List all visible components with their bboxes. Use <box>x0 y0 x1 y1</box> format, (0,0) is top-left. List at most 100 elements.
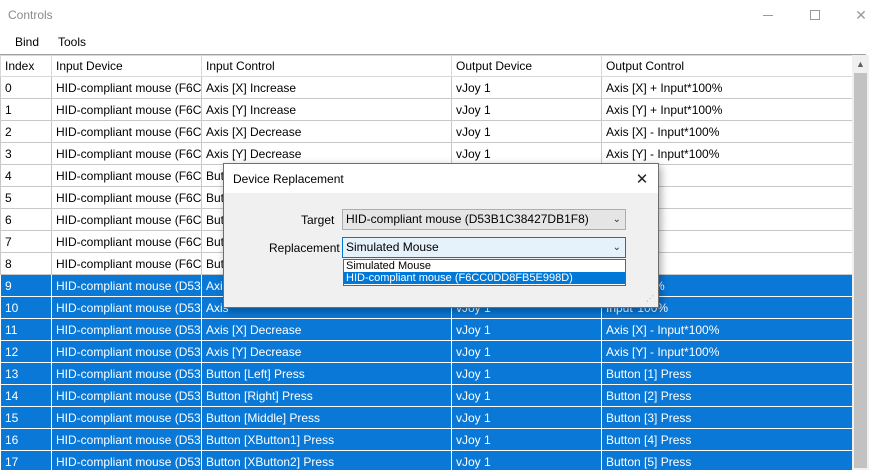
table-row[interactable]: 14 HID-compliant mouse (D53... Button [Rig… <box>0 384 853 407</box>
index-cell[interactable]: 1 <box>0 98 52 121</box>
column-header-input-device[interactable]: Input Device <box>51 55 202 77</box>
index-cell[interactable]: 16 <box>0 428 52 451</box>
index-cell[interactable]: 5 <box>0 186 52 209</box>
dialog-close-icon[interactable]: ✕ <box>632 169 652 189</box>
dialog-title-bar: Device Replacement ✕ <box>224 164 658 193</box>
input-device-cell[interactable]: HID-compliant mouse (F6CC... <box>51 208 202 231</box>
index-cell[interactable]: 7 <box>0 230 52 253</box>
output-device-cell[interactable]: vJoy 1 <box>451 98 602 121</box>
column-header-input-control[interactable]: Input Control <box>201 55 452 77</box>
index-cell[interactable]: 2 <box>0 120 52 143</box>
input-device-cell[interactable]: HID-compliant mouse (D53... <box>51 406 202 429</box>
index-cell[interactable]: 15 <box>0 406 52 429</box>
index-cell[interactable]: 13 <box>0 362 52 385</box>
input-control-cell[interactable]: Axis [Y] Increase <box>201 98 452 121</box>
dropdown-option[interactable]: Simulated Mouse <box>344 260 625 272</box>
table-row[interactable]: 0HID-compliant mouse (F6CC...Axis [X] In… <box>0 76 853 99</box>
column-header-output-control[interactable]: Output Control <box>601 55 853 77</box>
table-row[interactable]: 17 HID-compliant mouse (D53... Button [XBu… <box>0 450 853 470</box>
output-control-cell[interactable]: Button [4] Press <box>601 428 853 451</box>
scroll-thumb[interactable] <box>854 73 867 468</box>
output-device-cell[interactable]: vJoy 1 <box>451 384 602 407</box>
output-control-cell[interactable]: Axis [Y] + Input*100% <box>601 98 853 121</box>
index-cell[interactable]: 17 <box>0 450 52 470</box>
input-control-cell[interactable]: Axis [X] Decrease <box>201 120 452 143</box>
resize-grip-icon[interactable]: ⋰ <box>646 295 656 305</box>
index-cell[interactable]: 3 <box>0 142 52 165</box>
input-control-cell[interactable]: Axis [X] Increase <box>201 76 452 99</box>
input-device-cell[interactable]: HID-compliant mouse (F6CC... <box>51 142 202 165</box>
table-row[interactable]: 1HID-compliant mouse (F6CC...Axis [Y] In… <box>0 98 853 121</box>
input-control-cell[interactable]: Button [Middle] Press <box>201 406 452 429</box>
input-device-cell[interactable]: HID-compliant mouse (F6CC... <box>51 186 202 209</box>
input-device-cell[interactable]: HID-compliant mouse (D53... <box>51 274 202 297</box>
table-row[interactable]: 11 HID-compliant mouse (D53... Axis [X] De… <box>0 318 853 341</box>
menu-bind[interactable]: Bind <box>15 35 39 49</box>
scroll-up-icon[interactable]: ▲ <box>852 55 869 72</box>
output-control-cell[interactable]: Axis [Y] - Input*100% <box>601 142 853 165</box>
input-control-cell[interactable]: Axis [Y] Decrease <box>201 142 452 165</box>
input-control-cell[interactable]: Button [XButton1] Press <box>201 428 452 451</box>
minimize-button[interactable] <box>745 0 791 30</box>
index-cell[interactable]: 11 <box>0 318 52 341</box>
input-device-cell[interactable]: HID-compliant mouse (D53... <box>51 384 202 407</box>
input-device-cell[interactable]: HID-compliant mouse (F6CC... <box>51 164 202 187</box>
close-button[interactable]: ✕ <box>838 0 883 30</box>
output-control-cell[interactable]: Button [2] Press <box>601 384 853 407</box>
index-cell[interactable]: 0 <box>0 76 52 99</box>
output-control-cell[interactable]: Axis [X] - Input*100% <box>601 120 853 143</box>
output-control-cell[interactable]: Axis [X] + Input*100% <box>601 76 853 99</box>
table-row[interactable]: 13 HID-compliant mouse (D53... Button [Lef… <box>0 362 853 385</box>
output-device-cell[interactable]: vJoy 1 <box>451 318 602 341</box>
input-device-cell[interactable]: HID-compliant mouse (D53... <box>51 362 202 385</box>
input-device-cell[interactable]: HID-compliant mouse (D53... <box>51 428 202 451</box>
index-cell[interactable]: 9 <box>0 274 52 297</box>
vertical-scrollbar[interactable]: ▲ <box>852 55 869 470</box>
input-device-cell[interactable]: HID-compliant mouse (F6CC... <box>51 120 202 143</box>
menu-tools[interactable]: Tools <box>58 35 86 49</box>
input-device-cell[interactable]: HID-compliant mouse (F6CC... <box>51 98 202 121</box>
input-control-cell[interactable]: Button [Left] Press <box>201 362 452 385</box>
input-control-cell[interactable]: Button [XButton2] Press <box>201 450 452 470</box>
output-control-cell[interactable]: Button [5] Press <box>601 450 853 470</box>
input-device-cell[interactable]: HID-compliant mouse (D53... <box>51 318 202 341</box>
index-cell[interactable]: 8 <box>0 252 52 275</box>
output-device-cell[interactable]: vJoy 1 <box>451 142 602 165</box>
index-cell[interactable]: 4 <box>0 164 52 187</box>
index-cell[interactable]: 12 <box>0 340 52 363</box>
input-device-cell[interactable]: HID-compliant mouse (D53... <box>51 450 202 470</box>
maximize-button[interactable] <box>792 0 838 30</box>
input-device-cell[interactable]: HID-compliant mouse (F6CC... <box>51 252 202 275</box>
output-control-cell[interactable]: Axis [Y] - Input*100% <box>601 340 853 363</box>
input-device-cell[interactable]: HID-compliant mouse (D53... <box>51 340 202 363</box>
target-select[interactable]: HID-compliant mouse (D53B1C38427DB1F8) ⌄ <box>342 209 626 230</box>
index-cell[interactable]: 14 <box>0 384 52 407</box>
table-row[interactable]: 15 HID-compliant mouse (D53... Button [Mid… <box>0 406 853 429</box>
dropdown-option[interactable]: HID-compliant mouse (F6CC0DD8FB5E998D) <box>344 272 625 284</box>
output-control-cell[interactable]: Button [3] Press <box>601 406 853 429</box>
input-device-cell[interactable]: HID-compliant mouse (D53... <box>51 296 202 319</box>
input-device-cell[interactable]: HID-compliant mouse (F6CC... <box>51 76 202 99</box>
input-control-cell[interactable]: Axis [X] Decrease <box>201 318 452 341</box>
input-control-cell[interactable]: Axis [Y] Decrease <box>201 340 452 363</box>
table-row[interactable]: 3HID-compliant mouse (F6CC...Axis [Y] De… <box>0 142 853 165</box>
index-cell[interactable]: 6 <box>0 208 52 231</box>
output-device-cell[interactable]: vJoy 1 <box>451 450 602 470</box>
table-row[interactable]: 16 HID-compliant mouse (D53... Button [XBu… <box>0 428 853 451</box>
output-device-cell[interactable]: vJoy 1 <box>451 76 602 99</box>
output-control-cell[interactable]: Button [1] Press <box>601 362 853 385</box>
input-control-cell[interactable]: Button [Right] Press <box>201 384 452 407</box>
column-header-output-device[interactable]: Output Device <box>451 55 602 77</box>
output-device-cell[interactable]: vJoy 1 <box>451 120 602 143</box>
table-row[interactable]: 2HID-compliant mouse (F6CC...Axis [X] De… <box>0 120 853 143</box>
table-row[interactable]: 12 HID-compliant mouse (D53... Axis [Y] De… <box>0 340 853 363</box>
output-device-cell[interactable]: vJoy 1 <box>451 406 602 429</box>
output-device-cell[interactable]: vJoy 1 <box>451 428 602 451</box>
replacement-select[interactable]: Simulated Mouse ⌄ <box>342 237 626 258</box>
input-device-cell[interactable]: HID-compliant mouse (F6CC... <box>51 230 202 253</box>
output-device-cell[interactable]: vJoy 1 <box>451 362 602 385</box>
output-device-cell[interactable]: vJoy 1 <box>451 340 602 363</box>
column-header-index[interactable]: Index <box>0 55 52 77</box>
output-control-cell[interactable]: Axis [X] - Input*100% <box>601 318 853 341</box>
index-cell[interactable]: 10 <box>0 296 52 319</box>
